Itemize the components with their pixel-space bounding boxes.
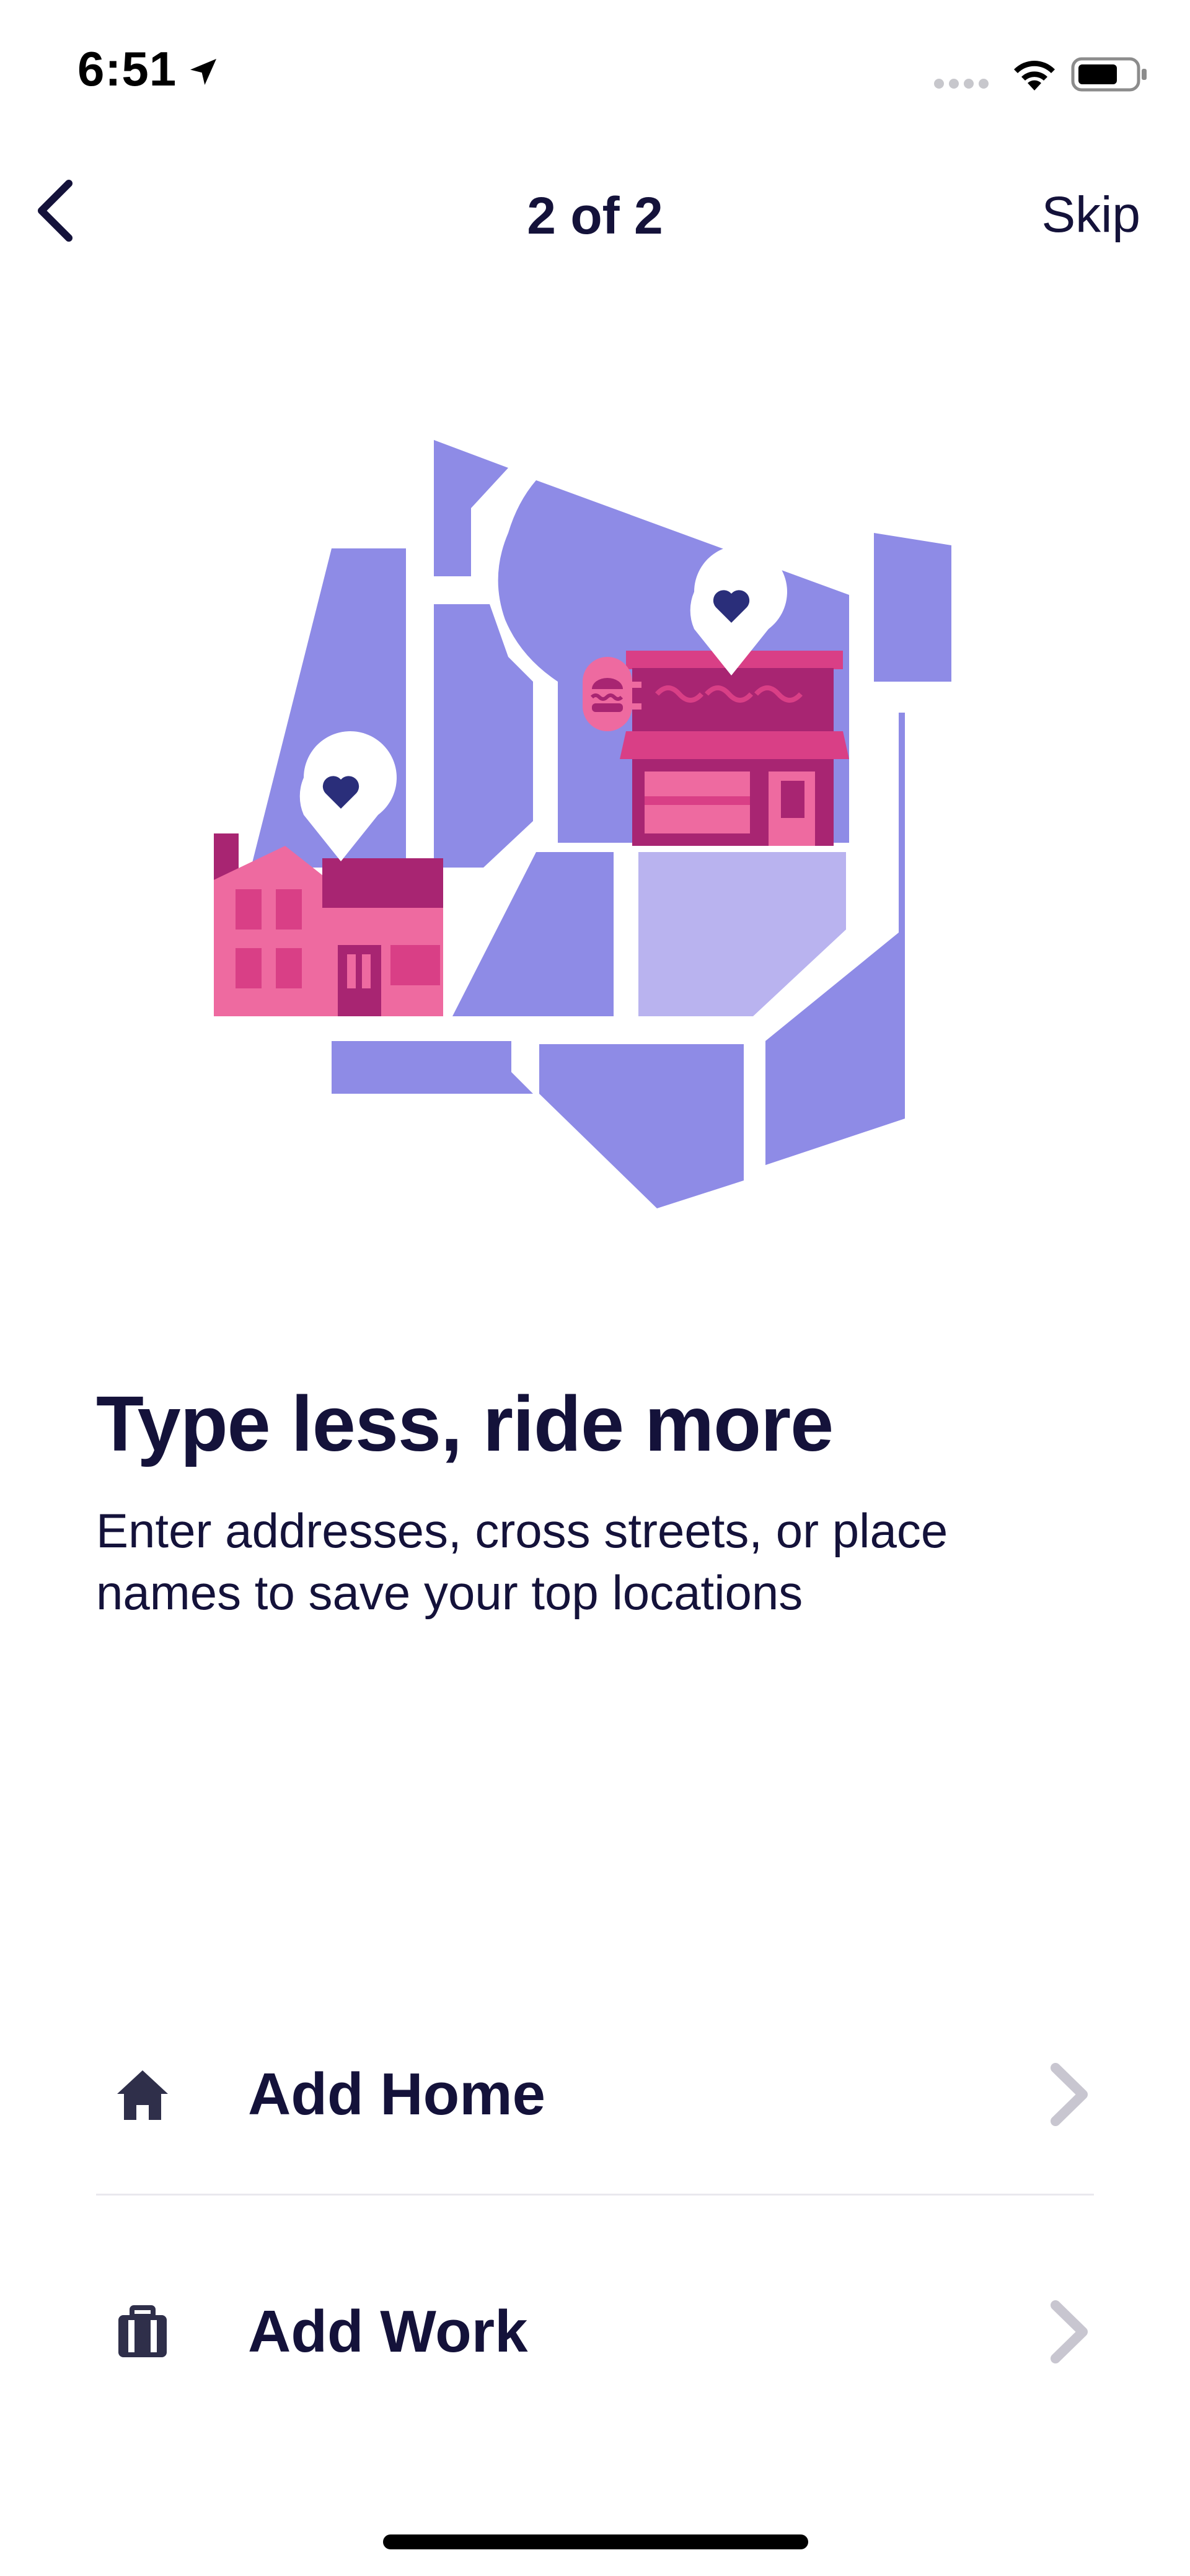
add-work-label: Add Work <box>248 2298 528 2365</box>
page-indicator: 2 of 2 <box>527 187 663 245</box>
map-illustration <box>214 440 951 1208</box>
briefcase-icon <box>108 2298 177 2366</box>
status-bar: 6:51 <box>0 0 1190 149</box>
nav-bar: 2 of 2 Skip <box>0 161 1190 260</box>
home-indicator[interactable] <box>383 2534 808 2549</box>
battery-icon <box>1071 57 1147 92</box>
chevron-right-icon <box>1051 2300 1088 2363</box>
subtitle: Enter addresses, cross streets, or place… <box>96 1503 948 1620</box>
headline: Type less, ride more <box>96 1380 834 1467</box>
location-arrow-icon <box>190 59 216 85</box>
chevron-right-icon <box>1051 2063 1088 2126</box>
status-time: 6:51 <box>77 42 177 96</box>
signal-dots-icon <box>934 79 989 89</box>
wifi-icon <box>1014 61 1055 90</box>
skip-button[interactable]: Skip <box>1041 186 1140 244</box>
home-icon <box>108 2060 177 2129</box>
add-home-row[interactable]: Add Home <box>96 1995 1094 2194</box>
add-home-label: Add Home <box>248 2061 545 2127</box>
house-illustration <box>214 833 443 1016</box>
saved-places-list: Add Home Add Work <box>96 1995 1094 2468</box>
add-work-row[interactable]: Add Work <box>96 2194 1094 2468</box>
